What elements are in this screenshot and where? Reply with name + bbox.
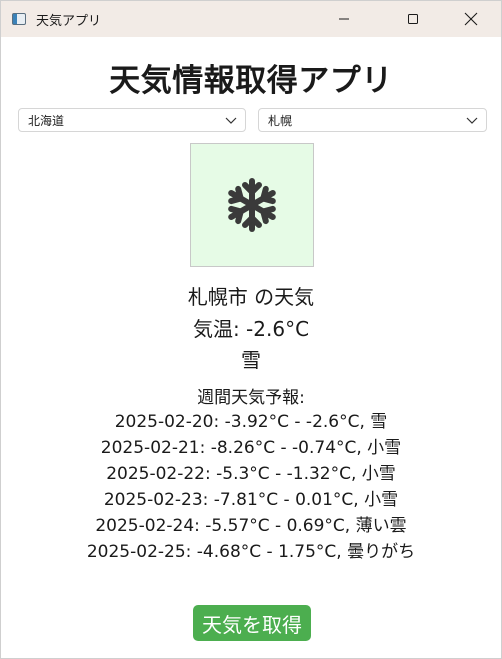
maximize-button[interactable]: [390, 1, 436, 37]
prefecture-select[interactable]: 北海道: [18, 108, 246, 132]
forecast-item: 2025-02-22: -5.3°C - -1.32°C, 小雪: [106, 464, 396, 484]
forecast-item: 2025-02-23: -7.81°C - 0.01°C, 小雪: [103, 490, 399, 510]
forecast-list: 2025-02-20: -3.92°C - -2.6°C, 雪 2025-02-…: [1, 409, 501, 565]
app-icon: [12, 13, 26, 25]
prefecture-select-value: 北海道: [28, 113, 65, 128]
temperature-text: 気温: -2.6°C: [192, 317, 310, 341]
close-icon: [464, 12, 478, 26]
city-select[interactable]: 札幌: [258, 108, 487, 132]
condition-text: 雪: [241, 348, 261, 372]
page-title: 天気情報取得アプリ: [109, 63, 393, 99]
minimize-icon: [339, 18, 349, 20]
chevron-down-icon: [466, 117, 478, 124]
forecast-item: 2025-02-20: -3.92°C - -2.6°C, 雪: [114, 412, 388, 432]
close-button[interactable]: [448, 1, 494, 37]
forecast-item: 2025-02-25: -4.68°C - 1.75°C, 曇りがち: [86, 542, 416, 562]
city-select-value: 札幌: [268, 113, 293, 128]
app-window: 天気アプリ 天気情報取得アプリ 北海道 札幌 札幌市 の天気 気温: -2.6°…: [0, 0, 502, 659]
minimize-button[interactable]: [321, 1, 367, 37]
city-weather-title: 札幌市 の天気: [187, 285, 315, 309]
weather-icon-box: [190, 143, 314, 267]
forecast-item: 2025-02-21: -8.26°C - -0.74°C, 小雪: [100, 438, 402, 458]
get-weather-button[interactable]: 天気を取得: [193, 605, 311, 641]
maximize-icon: [408, 14, 418, 24]
title-bar[interactable]: 天気アプリ: [1, 1, 501, 37]
forecast-item: 2025-02-24: -5.57°C - 0.69°C, 薄い雲: [95, 516, 407, 536]
window-title: 天気アプリ: [36, 13, 102, 29]
chevron-down-icon: [225, 117, 237, 124]
forecast-label: 週間天気予報:: [197, 388, 305, 408]
snowflake-icon: [228, 178, 276, 232]
